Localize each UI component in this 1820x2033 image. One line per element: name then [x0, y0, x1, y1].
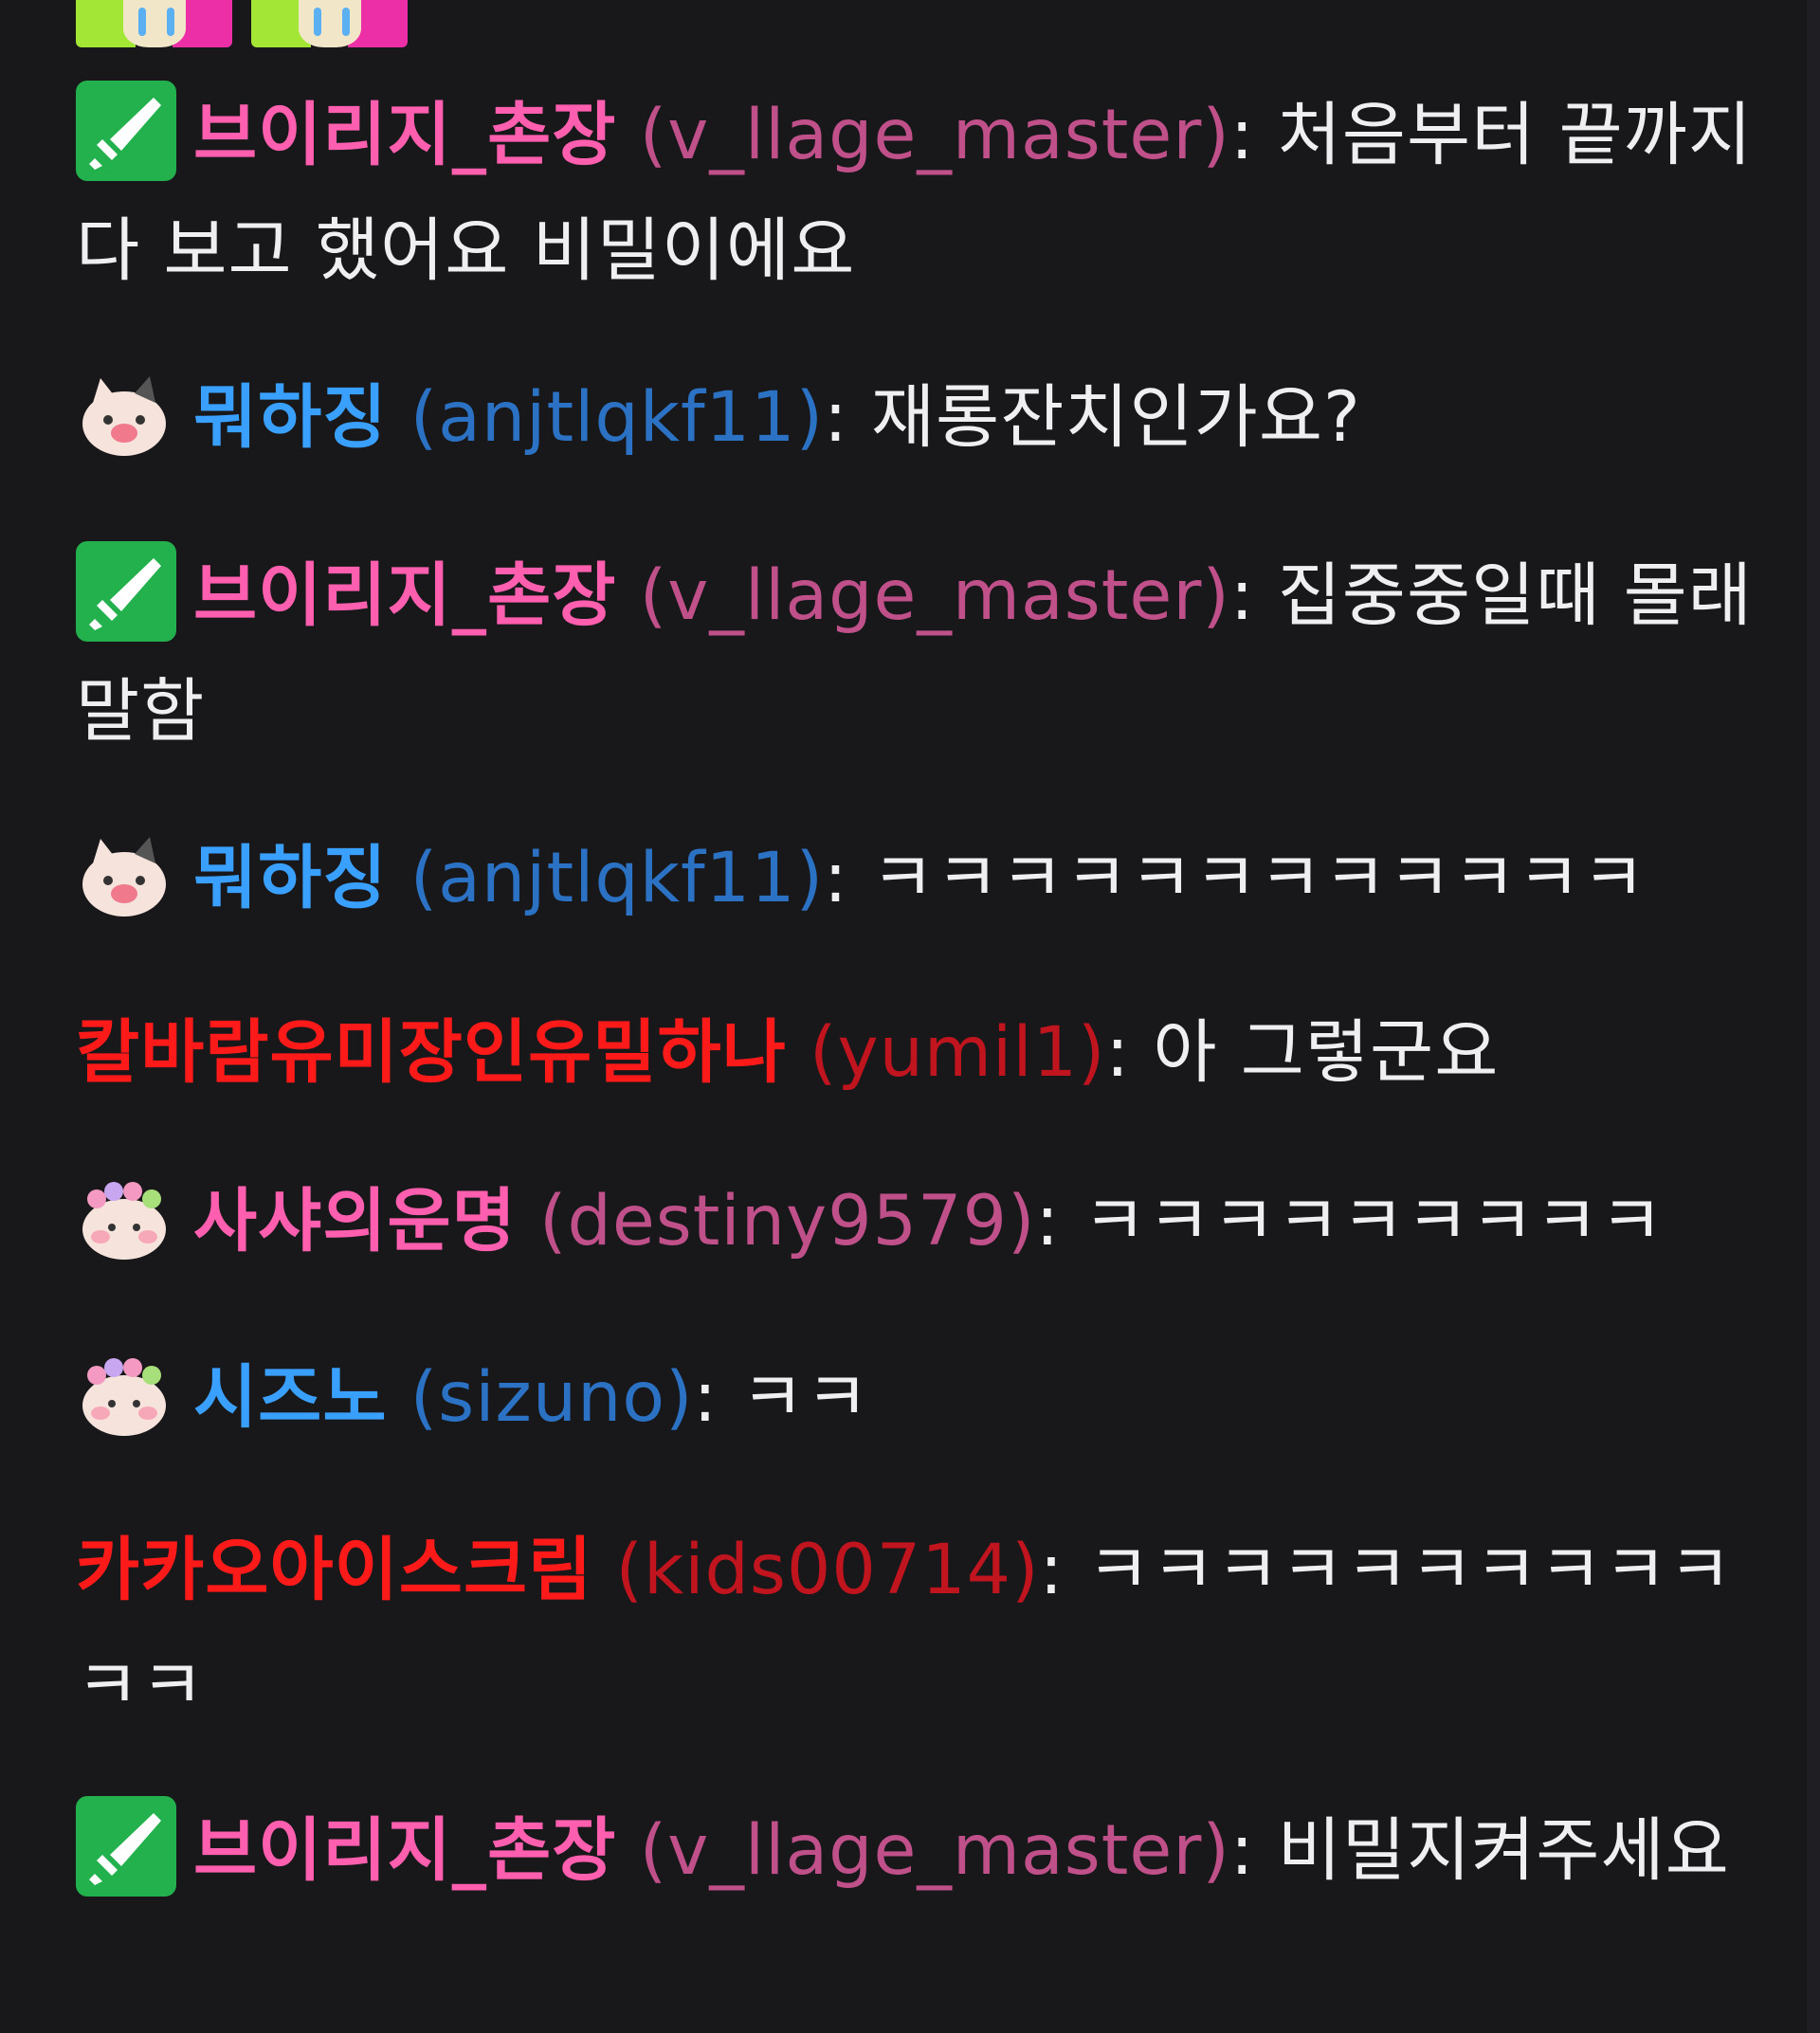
- chat-login[interactable]: (destiny9579): [539, 1181, 1035, 1262]
- sword-badge-icon[interactable]: [76, 81, 176, 181]
- flower-cat-avatar-icon[interactable]: [76, 1345, 173, 1442]
- chat-username[interactable]: 뭐하징: [193, 838, 387, 918]
- chat-login[interactable]: (v_llage_master): [640, 555, 1230, 636]
- sword-badge-icon[interactable]: [76, 1796, 176, 1897]
- chat-message-text: 아 그렇군요: [1153, 1012, 1500, 1093]
- chat-message: 브이리지_촌장 (v_llage_master): 비밀지켜주세요: [76, 1793, 1763, 1909]
- sword-badge-icon[interactable]: [76, 541, 176, 642]
- chat-username[interactable]: 뭐하징: [193, 377, 387, 458]
- chat-message: 뭐하징 (anjtlqkf11): ㅋㅋㅋㅋㅋㅋㅋㅋㅋㅋㅋㅋ: [76, 821, 1763, 936]
- emote-row: [76, 0, 408, 47]
- chat-login[interactable]: (v_llage_master): [640, 95, 1230, 175]
- chat-message-text: ㅋㅋㅋㅋㅋㅋㅋㅋㅋ: [1083, 1181, 1665, 1262]
- chat-login[interactable]: (yumil1): [810, 1012, 1106, 1093]
- chat-username[interactable]: 브이리지_촌장: [193, 555, 616, 636]
- chat-username[interactable]: 브이리지_촌장: [193, 1810, 616, 1891]
- chat-login[interactable]: (v_llage_master): [640, 1810, 1230, 1891]
- chat-login[interactable]: (anjtlqkf11): [410, 377, 824, 458]
- chat-login[interactable]: (anjtlqkf11): [410, 838, 824, 918]
- chat-username[interactable]: 시즈노: [193, 1357, 387, 1438]
- flower-cat-avatar-icon[interactable]: [76, 1169, 173, 1265]
- chat-message-text: ㅋㅋㅋㅋㅋㅋㅋㅋㅋㅋㅋㅋ: [870, 838, 1647, 918]
- chat-login[interactable]: (kids00714): [616, 1530, 1040, 1610]
- chat-message: 칼바람유미장인유밀하나 (yumil1): 아 그렇군요: [76, 1012, 1500, 1093]
- crying-face-emote: [251, 0, 408, 47]
- chat-login[interactable]: (sizuno): [410, 1357, 694, 1438]
- chat-message-text: ㅋㅋ: [740, 1357, 870, 1438]
- chat-message: 사샤의운명 (destiny9579): ㅋㅋㅋㅋㅋㅋㅋㅋㅋ: [76, 1164, 1763, 1280]
- chat-message: 시즈노 (sizuno): ㅋㅋ: [76, 1340, 1763, 1456]
- cat-avatar-icon[interactable]: [76, 826, 173, 922]
- chat-username[interactable]: 카카오아이스크림: [76, 1530, 592, 1610]
- chat-username[interactable]: 칼바람유미장인유밀하나: [76, 1012, 787, 1093]
- chat-username[interactable]: 사샤의운명: [193, 1181, 517, 1262]
- cat-avatar-icon[interactable]: [76, 365, 173, 462]
- chat-message: 브이리지_촌장 (v_llage_master): 집중중일때 몰래 말함: [76, 538, 1763, 770]
- chat-message: 브이리지_촌장 (v_llage_master): 처음부터 끝까지 다 보고 …: [76, 78, 1763, 309]
- chat-scrollbar[interactable]: [1807, 0, 1820, 2033]
- chat-message: 카카오아이스크림 (kids00714): ㅋㅋㅋㅋㅋㅋㅋㅋㅋㅋㅋㅋ: [76, 1530, 1734, 1726]
- chat-message-text: 재롱잔치인가요?: [870, 377, 1361, 458]
- chat-username[interactable]: 브이리지_촌장: [193, 95, 616, 175]
- crying-face-emote: [76, 0, 232, 47]
- chat-message: 뭐하징 (anjtlqkf11): 재롱잔치인가요?: [76, 360, 1763, 476]
- chat-message-text: 비밀지켜주세요: [1277, 1810, 1730, 1891]
